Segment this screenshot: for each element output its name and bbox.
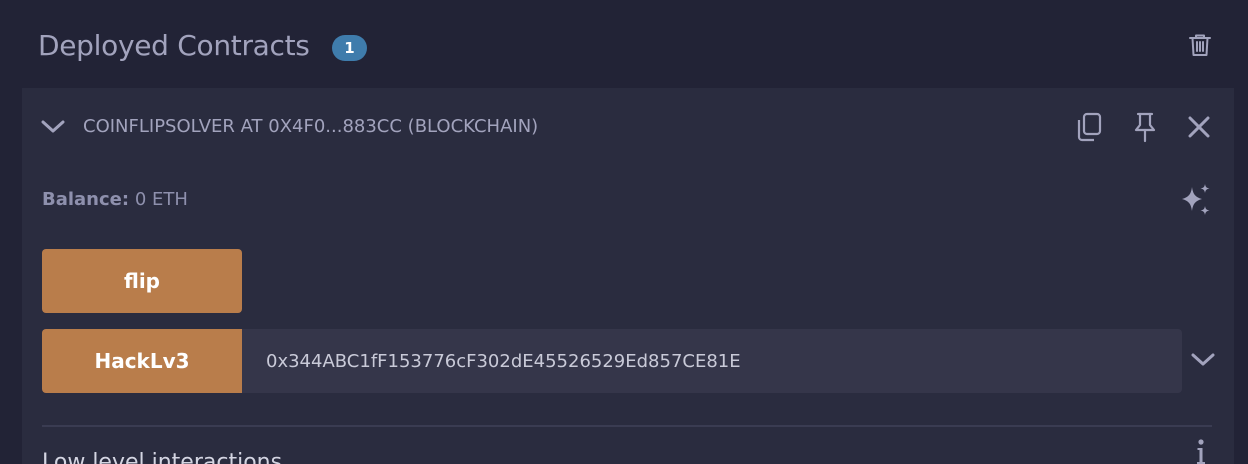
close-icon[interactable] [1182,110,1216,144]
balance-row: Balance: 0 ETH [42,188,188,212]
flip-button[interactable]: flip [42,249,242,313]
trash-icon[interactable] [1186,31,1214,59]
panel-title: Deployed Contracts [38,29,310,62]
deployed-contracts-panel: Deployed Contracts 1 COINFLIPSOLVER AT 0… [0,0,1248,464]
sparkle-icon[interactable] [1178,182,1214,218]
pin-icon[interactable] [1128,110,1162,144]
contract-name[interactable]: COINFLIPSOLVER AT 0X4F0...883CC (BLOCKCH… [83,115,538,139]
balance-value: 0 ETH [134,189,188,210]
chevron-down-icon[interactable] [1186,345,1220,375]
section-divider [42,425,1212,427]
hacklv3-address-input[interactable] [242,329,1182,393]
balance-label: Balance: [42,189,130,210]
low-level-interactions-title: Low level interactions [42,450,283,464]
contract-count-badge: 1 [332,35,367,61]
chevron-down-icon[interactable] [38,112,68,142]
contract-card-header: COINFLIPSOLVER AT 0X4F0...883CC (BLOCKCH… [22,88,1234,166]
copy-icon[interactable] [1072,110,1106,144]
info-icon[interactable] [1186,436,1216,464]
deployed-contracts-header: Deployed Contracts 1 [0,0,1248,88]
hacklv3-button[interactable]: HackLv3 [42,329,242,393]
deployed-contract-card: COINFLIPSOLVER AT 0X4F0...883CC (BLOCKCH… [22,88,1234,464]
